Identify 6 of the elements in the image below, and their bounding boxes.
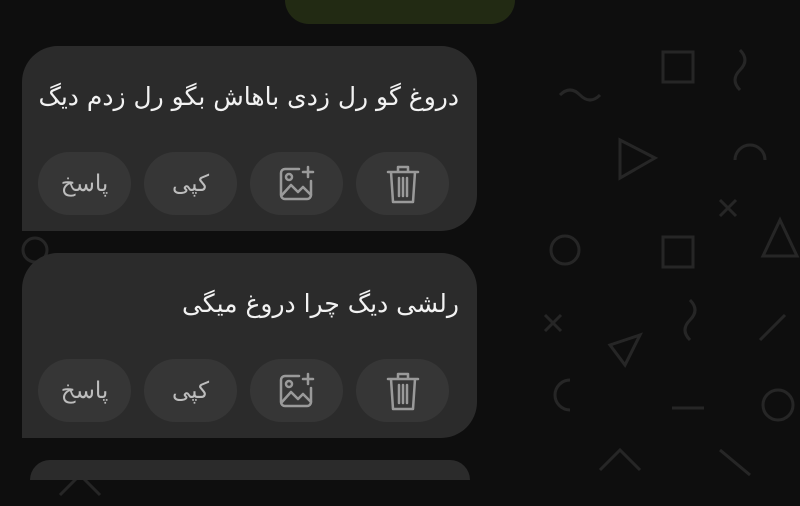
reply-button[interactable]: پاسخ	[38, 359, 131, 422]
copy-button[interactable]: کپی	[144, 152, 237, 215]
reply-button[interactable]: پاسخ	[38, 152, 131, 215]
copy-button[interactable]: کپی	[144, 359, 237, 422]
message-text: دروغ گو رل زدی باهاش بگو رل زدم دیگ	[38, 81, 459, 114]
message-text: رلشی دیگ چرا دروغ میگی	[180, 288, 459, 320]
